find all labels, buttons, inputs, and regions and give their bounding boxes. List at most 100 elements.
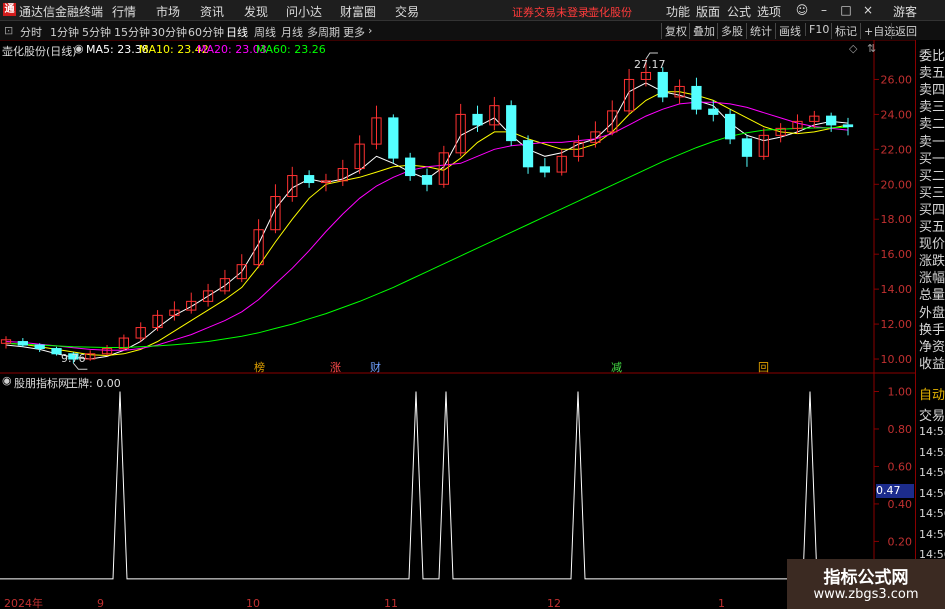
candle-down: [724, 113, 736, 140]
menu-discover[interactable]: 发现: [244, 3, 268, 20]
indicator-tick-label: 1.00: [888, 385, 913, 398]
candle-down: [34, 344, 45, 350]
chevron-right-icon[interactable]: ›: [368, 24, 372, 37]
price-tick-label: 24.00: [881, 108, 913, 121]
marker-buyback[interactable]: 回: [758, 359, 769, 375]
low-annotation: 9.76: [61, 352, 86, 365]
minimize-icon[interactable]: –: [816, 2, 832, 18]
candle-down: [472, 113, 483, 126]
current-value-label: 0.47: [876, 484, 914, 498]
candle-down: [539, 166, 551, 173]
sub-legend-toggle-icon[interactable]: ◉: [2, 374, 12, 387]
side-auto-trade-0[interactable]: 自动: [919, 384, 945, 403]
menu-news[interactable]: 资讯: [200, 3, 224, 20]
marker-finance[interactable]: 财: [370, 359, 381, 375]
menu-quotes[interactable]: 行情: [112, 3, 136, 20]
watermark: 指标公式网 www.zbgs3.com: [787, 559, 945, 609]
period-5min[interactable]: 5分钟: [82, 24, 111, 40]
candle-down: [708, 108, 719, 115]
side-field-18: 收益: [919, 356, 945, 372]
guest-label[interactable]: 游客: [893, 3, 917, 20]
ma10-line: [5, 91, 849, 357]
tool-adjust[interactable]: 复权: [661, 23, 687, 39]
candle-down: [506, 105, 517, 142]
x-tick-label: 9: [97, 597, 104, 609]
menu-formula[interactable]: 公式: [727, 3, 751, 20]
period-toolbar: ⊡ 分时 1分钟 5分钟 15分钟 30分钟 60分钟 日线 周线 月线 多周期…: [0, 21, 945, 41]
menu-trade[interactable]: 交易: [395, 3, 419, 20]
main-chart-title: 壶化股份(日线): [2, 45, 77, 58]
login-status[interactable]: 证券交易未登录: [512, 4, 589, 20]
tool-multi[interactable]: 多股: [717, 23, 743, 39]
price-tick-label: 12.00: [881, 318, 913, 331]
period-1min[interactable]: 1分钟: [50, 24, 79, 40]
tool-mark[interactable]: 标记: [831, 23, 857, 39]
period-more[interactable]: 更多: [343, 24, 365, 40]
main-price-axis: 26.00 24.00 22.00 20.00 18.00 16.00 14.00 12.00…: [0, 40, 915, 609]
candle-down: [405, 157, 416, 177]
candle-down: [657, 71, 668, 98]
x-tick-label: 12: [547, 597, 561, 609]
candle-down: [522, 140, 534, 168]
x-axis: 2024年 9 10 11 12 1: [4, 596, 725, 609]
period-15min[interactable]: 15分钟: [114, 24, 150, 40]
tool-overlay[interactable]: 叠加: [689, 23, 715, 39]
tool-draw[interactable]: 画线: [775, 23, 801, 39]
tool-stats[interactable]: 统计: [746, 23, 772, 39]
period-intraday[interactable]: 分时: [20, 24, 42, 40]
menu-function[interactable]: 功能: [666, 3, 690, 20]
collapse-icon[interactable]: ⊡: [4, 24, 13, 37]
period-multi[interactable]: 多周期: [307, 24, 340, 40]
tool-add-favorite[interactable]: +自选: [860, 23, 895, 39]
current-stock: 壶化股份: [588, 6, 632, 19]
period-monthly[interactable]: 月线: [281, 24, 303, 40]
marker-reduce[interactable]: 减: [611, 359, 622, 375]
candle-down: [303, 175, 315, 184]
ma60-line: [5, 126, 849, 348]
close-icon[interactable]: ×: [860, 2, 876, 18]
menu-layout[interactable]: 版面: [696, 3, 720, 20]
maximize-icon[interactable]: □: [838, 2, 854, 18]
period-60min[interactable]: 60分钟: [188, 24, 224, 40]
indicator-line: [0, 391, 874, 580]
candle-down: [17, 341, 28, 346]
ma20-line: [5, 101, 849, 351]
watermark-url: www.zbgs3.com: [813, 587, 919, 602]
indicator-spike-line: [0, 391, 874, 580]
settings-icon[interactable]: ◇: [849, 42, 857, 55]
candlestick-series: [0, 52, 854, 370]
price-tick-label: 10.00: [881, 353, 913, 366]
marker-limit-up[interactable]: 涨: [330, 359, 341, 375]
high-annotation: 27.17: [634, 58, 666, 71]
x-tick-label: 10: [246, 597, 260, 609]
x-tick-label: 2024年: [4, 596, 43, 609]
quote-side-panel: 委比 卖五 卖四 卖三 卖二 卖一 买一 买二 买三 买四 买五 现价 涨跌 涨幅 总量 外盘 换手 净资 收益 自动…: [915, 40, 945, 609]
period-30min[interactable]: 30分钟: [151, 24, 187, 40]
side-auto-trade-1[interactable]: 交易: [919, 405, 945, 424]
user-icon[interactable]: ☺: [794, 2, 810, 18]
price-tick-label: 26.00: [881, 73, 913, 86]
menu-market[interactable]: 市场: [156, 3, 180, 20]
candle-down: [691, 85, 702, 110]
side-time-3: 14:55: [919, 445, 945, 459]
price-tick-label: 16.00: [881, 248, 913, 261]
price-tick-label: 14.00: [881, 283, 913, 296]
swap-icon[interactable]: ⇅: [867, 42, 876, 55]
tool-back[interactable]: 返回: [891, 23, 917, 39]
ma60-legend: MA60: 23.26: [256, 43, 326, 56]
menu-options[interactable]: 选项: [757, 3, 781, 20]
menu-ask[interactable]: 问小达: [286, 3, 322, 20]
moving-average-lines: [5, 82, 849, 360]
sub-indicator-value: 王牌: 0.00: [67, 377, 121, 390]
sub-indicator-title: 股朋指标网: [14, 377, 69, 390]
period-daily[interactable]: 日线: [226, 24, 248, 40]
period-weekly[interactable]: 周线: [254, 24, 276, 40]
side-time-5: 14:56: [919, 486, 945, 500]
x-tick-label: 1: [718, 597, 725, 609]
price-tick-label: 22.00: [881, 143, 913, 156]
chart-area[interactable]: 26.00 24.00 22.00 20.00 18.00 16.00 14.00 12.00…: [0, 40, 915, 609]
tool-f10[interactable]: F10: [805, 23, 829, 36]
marker-list[interactable]: 榜: [254, 359, 265, 375]
menu-wealth[interactable]: 财富圈: [340, 3, 376, 20]
legend-toggle-icon[interactable]: ◉: [74, 42, 84, 55]
